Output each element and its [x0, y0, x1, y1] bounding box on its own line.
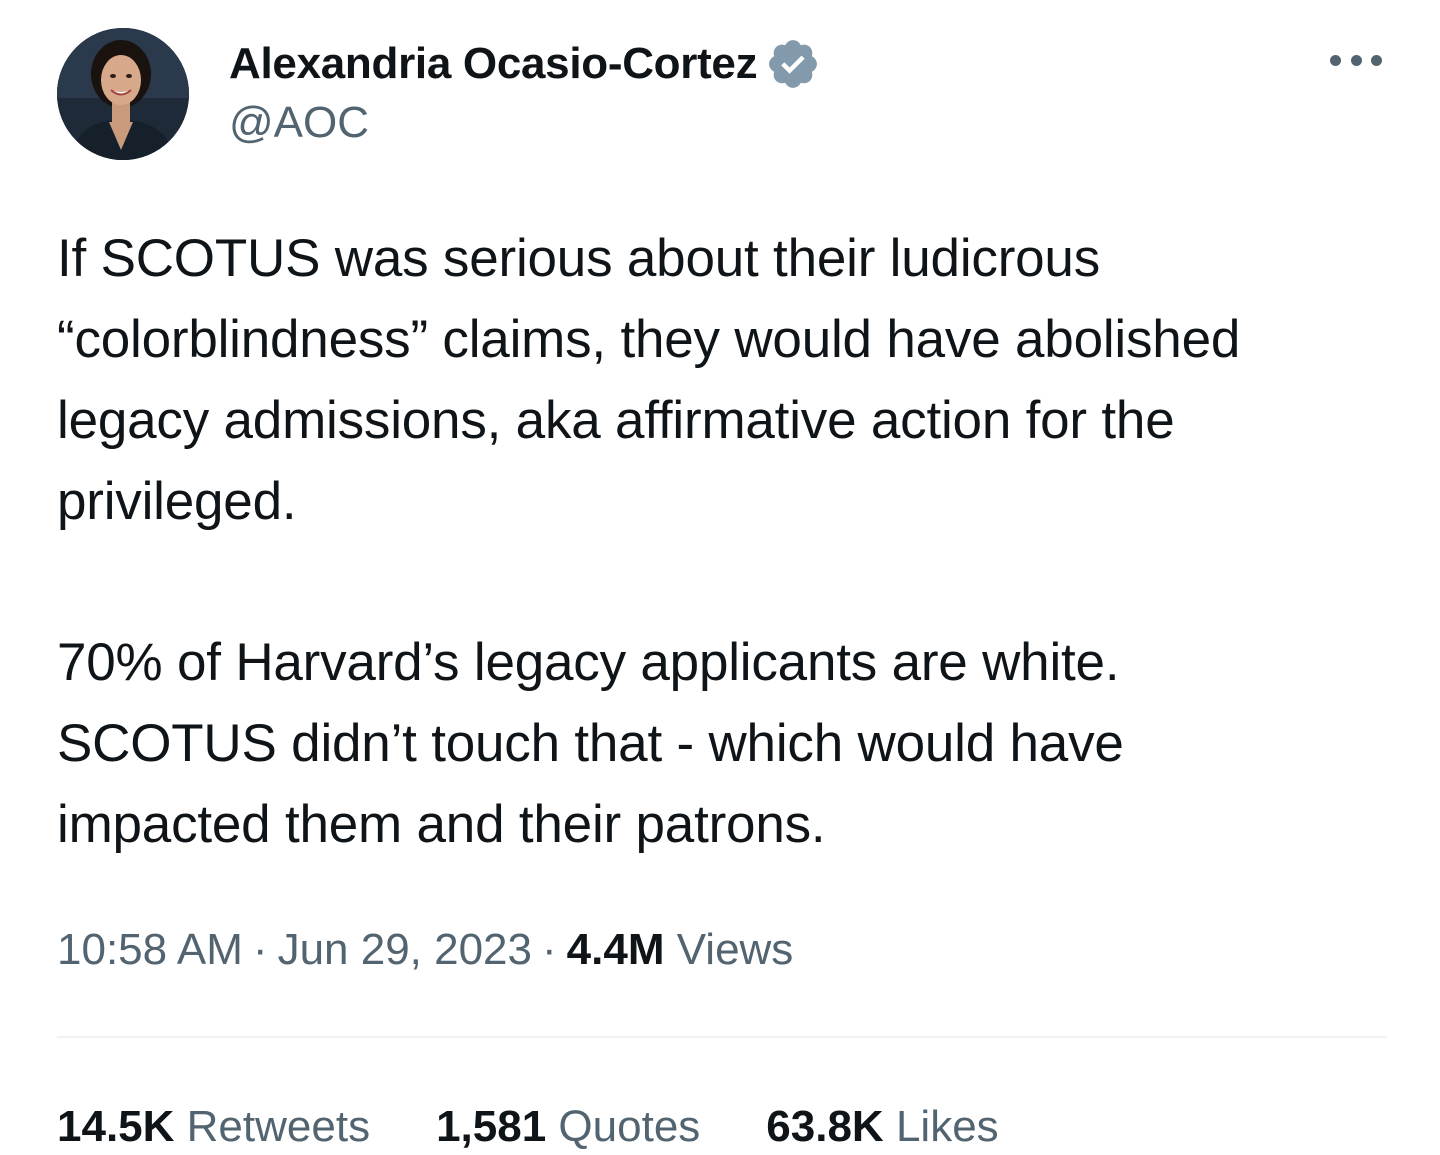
tweet-time[interactable]: 10:58 AM: [57, 925, 243, 974]
quotes-stat[interactable]: 1,581 Quotes: [436, 1097, 700, 1155]
meta-separator: ·: [542, 925, 557, 974]
display-name[interactable]: Alexandria Ocasio-Cortez: [229, 39, 758, 89]
quotes-count: 1,581: [436, 1102, 547, 1151]
likes-count: 63.8K: [766, 1102, 884, 1151]
tweet-date[interactable]: Jun 29, 2023: [278, 925, 532, 974]
views-count[interactable]: 4.4M: [567, 925, 665, 974]
views-label[interactable]: Views: [677, 925, 794, 974]
more-options-icon: [1330, 54, 1341, 66]
tweet-card: Alexandria Ocasio-Cortez @AOC If SCOTUS …: [0, 0, 1440, 1155]
author-name-row: Alexandria Ocasio-Cortez: [229, 36, 821, 92]
divider: [57, 1036, 1387, 1038]
retweets-count: 14.5K: [57, 1102, 175, 1151]
retweets-label: Retweets: [186, 1102, 371, 1151]
likes-label: Likes: [895, 1102, 999, 1151]
more-options-icon-dot: [1350, 54, 1362, 66]
likes-stat[interactable]: 63.8K Likes: [766, 1097, 998, 1155]
engagement-stats: 14.5K Retweets 1,581 Quotes 63.8K Likes: [57, 1097, 1065, 1155]
more-options-icon-dot: [1371, 54, 1382, 66]
avatar[interactable]: [57, 28, 189, 160]
quotes-label: Quotes: [558, 1102, 701, 1151]
tweet-text-paragraph-1: If SCOTUS was serious about their ludicr…: [57, 229, 1241, 531]
tweet-metadata: 10:58 AM · Jun 29, 2023 · 4.4M Views: [57, 920, 793, 980]
tweet-text-paragraph-2: 70% of Harvard’s legacy applicants are w…: [57, 633, 1124, 854]
profile-photo-icon: [57, 28, 189, 160]
retweets-stat[interactable]: 14.5K Retweets: [57, 1097, 370, 1155]
meta-separator: ·: [252, 925, 268, 974]
user-handle[interactable]: @AOC: [229, 98, 369, 148]
more-options-button[interactable]: [1326, 38, 1386, 82]
verified-badge-icon[interactable]: [765, 36, 821, 92]
